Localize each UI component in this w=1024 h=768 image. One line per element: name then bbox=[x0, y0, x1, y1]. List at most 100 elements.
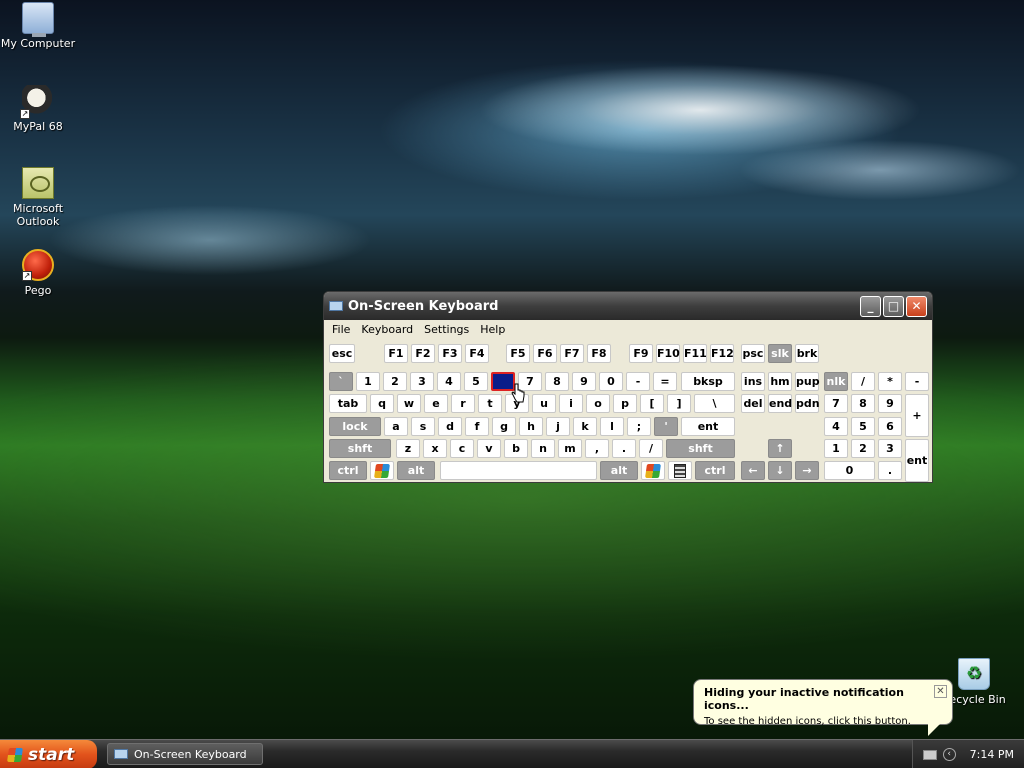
key-esc[interactable]: esc bbox=[329, 344, 355, 363]
key-space[interactable] bbox=[440, 461, 597, 480]
key-k[interactable]: k bbox=[573, 417, 597, 436]
key-num-6[interactable]: 6 bbox=[878, 417, 902, 436]
key-f10[interactable]: F10 bbox=[656, 344, 680, 363]
taskbar-item-on-screen-keyboard[interactable]: On-Screen Keyboard bbox=[107, 743, 263, 765]
desktop-icon-pego[interactable]: ↗ Pego bbox=[0, 249, 76, 297]
key-right-windows[interactable] bbox=[641, 461, 665, 480]
key-f[interactable]: f bbox=[465, 417, 489, 436]
key-b[interactable]: b bbox=[504, 439, 528, 458]
keyboard-tray-icon[interactable] bbox=[922, 749, 937, 760]
key-num-enter[interactable]: ent bbox=[905, 439, 929, 482]
key-x[interactable]: x bbox=[423, 439, 447, 458]
close-button[interactable]: ✕ bbox=[906, 295, 927, 317]
key-num-multiply[interactable]: * bbox=[878, 372, 902, 391]
key-arrow-left[interactable]: ← bbox=[741, 461, 765, 480]
key-h[interactable]: h bbox=[519, 417, 543, 436]
key-tab[interactable]: tab bbox=[329, 394, 367, 413]
key-f6[interactable]: F6 bbox=[533, 344, 557, 363]
key-right-shift[interactable]: shft bbox=[666, 439, 735, 458]
key-pdn[interactable]: pdn bbox=[795, 394, 820, 413]
key-num-5[interactable]: 5 bbox=[851, 417, 875, 436]
key-num-9[interactable]: 9 bbox=[878, 394, 902, 413]
key-arrow-down[interactable]: ↓ bbox=[768, 461, 792, 480]
menu-file[interactable]: File bbox=[327, 323, 355, 336]
key-pup[interactable]: pup bbox=[795, 372, 820, 391]
key-c[interactable]: c bbox=[450, 439, 474, 458]
key-o[interactable]: o bbox=[586, 394, 610, 413]
key-t[interactable]: t bbox=[478, 394, 502, 413]
key-w[interactable]: w bbox=[397, 394, 421, 413]
key-left-alt[interactable]: alt bbox=[397, 461, 435, 480]
menu-help[interactable]: Help bbox=[475, 323, 510, 336]
key-arrow-right[interactable]: → bbox=[795, 461, 819, 480]
key-e[interactable]: e bbox=[424, 394, 448, 413]
key-l[interactable]: l bbox=[600, 417, 624, 436]
clock[interactable]: 7:14 PM bbox=[970, 748, 1014, 761]
key-quote[interactable]: ' bbox=[654, 417, 678, 436]
key-comma[interactable]: , bbox=[585, 439, 609, 458]
key-num-2[interactable]: 2 bbox=[851, 439, 875, 458]
key-v[interactable]: v bbox=[477, 439, 501, 458]
key-capslock[interactable]: lock bbox=[329, 417, 381, 436]
key-period[interactable]: . bbox=[612, 439, 636, 458]
key-right-bracket[interactable]: ] bbox=[667, 394, 691, 413]
minimize-button[interactable]: _ bbox=[860, 295, 881, 317]
key-num-0[interactable]: 0 bbox=[824, 461, 875, 480]
key-a[interactable]: a bbox=[384, 417, 408, 436]
desktop-icon-mypal[interactable]: ↗ MyPal 68 bbox=[0, 85, 76, 133]
key-f5[interactable]: F5 bbox=[506, 344, 530, 363]
balloon-close-button[interactable]: ✕ bbox=[934, 685, 947, 698]
key-brk[interactable]: brk bbox=[795, 344, 819, 363]
maximize-button[interactable]: □ bbox=[883, 295, 904, 317]
menu-keyboard[interactable]: Keyboard bbox=[356, 323, 418, 336]
desktop-icon-outlook[interactable]: Microsoft Outlook bbox=[0, 167, 76, 228]
key-i[interactable]: i bbox=[559, 394, 583, 413]
key-del[interactable]: del bbox=[741, 394, 765, 413]
key-j[interactable]: j bbox=[546, 417, 570, 436]
key-r[interactable]: r bbox=[451, 394, 475, 413]
key-f3[interactable]: F3 bbox=[438, 344, 462, 363]
key-slk[interactable]: slk bbox=[768, 344, 792, 363]
key-num-decimal[interactable]: . bbox=[878, 461, 902, 480]
key-9[interactable]: 9 bbox=[572, 372, 596, 391]
key-nlk[interactable]: nlk bbox=[824, 372, 848, 391]
key-f4[interactable]: F4 bbox=[465, 344, 489, 363]
key-hm[interactable]: hm bbox=[768, 372, 792, 391]
key-g[interactable]: g bbox=[492, 417, 516, 436]
key-f11[interactable]: F11 bbox=[683, 344, 707, 363]
key-left-shift[interactable]: shft bbox=[329, 439, 391, 458]
key-m[interactable]: m bbox=[558, 439, 582, 458]
key-semicolon[interactable]: ; bbox=[627, 417, 651, 436]
key-minus[interactable]: - bbox=[626, 372, 650, 391]
title-bar[interactable]: On-Screen Keyboard _ □ ✕ bbox=[324, 292, 932, 320]
key-8[interactable]: 8 bbox=[545, 372, 569, 391]
key-2[interactable]: 2 bbox=[383, 372, 407, 391]
key-num-plus[interactable]: + bbox=[905, 394, 929, 437]
key-f8[interactable]: F8 bbox=[587, 344, 611, 363]
key-num-3[interactable]: 3 bbox=[878, 439, 902, 458]
key-4[interactable]: 4 bbox=[437, 372, 461, 391]
key-arrow-up[interactable]: ↑ bbox=[768, 439, 792, 458]
key-ins[interactable]: ins bbox=[741, 372, 765, 391]
key-backtick[interactable]: ` bbox=[329, 372, 353, 391]
key-f9[interactable]: F9 bbox=[629, 344, 653, 363]
key-p[interactable]: p bbox=[613, 394, 637, 413]
key-0[interactable]: 0 bbox=[599, 372, 623, 391]
notification-balloon[interactable]: Hiding your inactive notification icons.… bbox=[693, 679, 953, 736]
key-end[interactable]: end bbox=[768, 394, 792, 413]
key-f1[interactable]: F1 bbox=[384, 344, 408, 363]
key-f12[interactable]: F12 bbox=[710, 344, 734, 363]
key-left-bracket[interactable]: [ bbox=[640, 394, 664, 413]
key-num-divide[interactable]: / bbox=[851, 372, 875, 391]
menu-settings[interactable]: Settings bbox=[419, 323, 474, 336]
key-num-7[interactable]: 7 bbox=[824, 394, 848, 413]
key-n[interactable]: n bbox=[531, 439, 555, 458]
key-enter[interactable]: ent bbox=[681, 417, 735, 436]
key-right-alt[interactable]: alt bbox=[600, 461, 638, 480]
start-button[interactable]: start bbox=[0, 740, 97, 768]
key-right-ctrl[interactable]: ctrl bbox=[695, 461, 735, 480]
show-hidden-icons-button[interactable]: ‹ bbox=[942, 748, 956, 761]
key-5[interactable]: 5 bbox=[464, 372, 488, 391]
key-left-windows[interactable] bbox=[370, 461, 394, 480]
key-d[interactable]: d bbox=[438, 417, 462, 436]
